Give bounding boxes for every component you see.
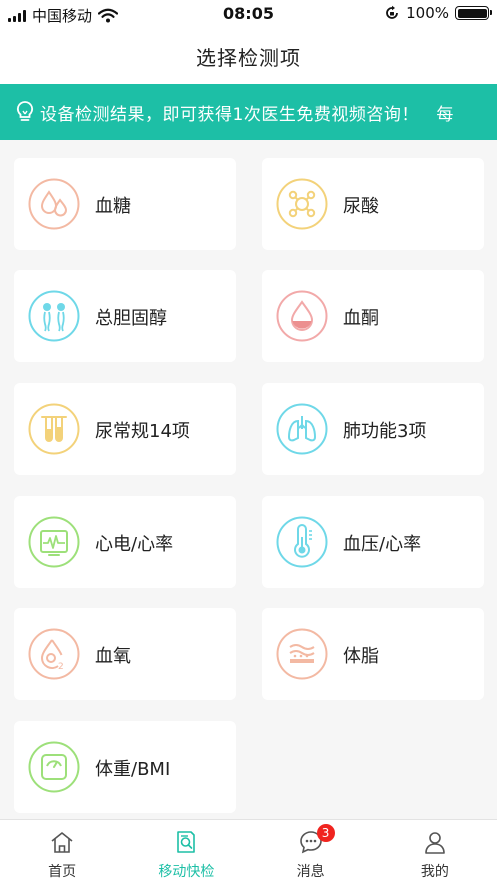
test-item-label: 体脂 (343, 646, 379, 667)
test-item-label: 体重/BMI (95, 759, 171, 780)
test-item-lung-function[interactable]: 肺功能3项 (262, 383, 484, 475)
unread-badge: 3 (316, 824, 335, 842)
blood-drop-half-icon (276, 290, 328, 342)
tab-bar: 首页 移动快检 3 消息 我的 (0, 819, 497, 883)
tab-home[interactable]: 首页 (0, 820, 124, 883)
nav-bar: 选择检测项 (0, 28, 497, 84)
tab-label: 我的 (420, 864, 449, 880)
battery-icon (455, 6, 492, 20)
test-item-label: 尿常规14项 (95, 421, 190, 442)
notice-text: 设备检测结果，即可获得1次医生免费视频咨询！ 每 (40, 105, 454, 125)
test-item-urine-routine[interactable]: 尿常规14项 (14, 383, 236, 475)
test-item-body-fat[interactable]: 体脂 (262, 608, 484, 700)
molecule-icon (276, 178, 328, 230)
status-bar: 中国移动 08:05 100% (0, 0, 497, 28)
quick-check-icon (177, 831, 196, 853)
test-item-cholesterol[interactable]: 总胆固醇 (14, 270, 236, 362)
test-item-label: 心电/心率 (95, 534, 174, 555)
test-item-blood-ketone[interactable]: 血酮 (262, 270, 484, 362)
lightbulb-icon (16, 101, 34, 121)
test-item-ecg[interactable]: 心电/心率 (14, 496, 236, 588)
page-title: 选择检测项 (196, 45, 301, 70)
tab-profile[interactable]: 我的 (373, 820, 497, 883)
status-right: 100% (384, 4, 492, 22)
test-item-blood-oxygen[interactable]: 2 血氧 (14, 608, 236, 700)
blood-drops-icon (28, 178, 80, 230)
test-item-label: 肺功能3项 (343, 421, 427, 442)
test-item-label: 尿酸 (343, 196, 379, 217)
test-item-weight-bmi[interactable]: 体重/BMI (14, 721, 236, 813)
tab-label: 消息 (296, 864, 325, 880)
test-item-label: 血酮 (343, 308, 379, 329)
thermometer-icon (276, 516, 328, 568)
test-item-blood-glucose[interactable]: 血糖 (14, 158, 236, 250)
test-item-uric-acid[interactable]: 尿酸 (262, 158, 484, 250)
svg-text:2: 2 (58, 662, 64, 672)
test-item-label: 血糖 (95, 196, 131, 217)
lungs-icon (276, 403, 328, 455)
ecg-monitor-icon (28, 516, 80, 568)
tab-label: 移动快检 (158, 864, 215, 880)
oxygen-drop-icon: 2 (28, 628, 80, 680)
tab-messages[interactable]: 3 消息 (249, 820, 373, 883)
notice-banner[interactable]: 设备检测结果，即可获得1次医生免费视频咨询！ 每 (0, 84, 497, 140)
tab-quick-check[interactable]: 移动快检 (124, 820, 248, 883)
rotation-lock-icon (386, 5, 399, 19)
test-item-label: 总胆固醇 (95, 308, 167, 329)
tab-label: 首页 (48, 864, 77, 880)
cholesterol-icon (28, 290, 80, 342)
test-item-label: 血氧 (95, 646, 131, 667)
test-item-label: 血压/心率 (343, 534, 422, 555)
body-fat-icon (276, 628, 328, 680)
test-tubes-icon (28, 403, 80, 455)
test-item-blood-pressure[interactable]: 血压/心率 (262, 496, 484, 588)
scale-icon (28, 741, 80, 793)
profile-icon (425, 832, 445, 854)
battery-percent: 100% (406, 4, 449, 22)
home-icon (51, 832, 73, 853)
